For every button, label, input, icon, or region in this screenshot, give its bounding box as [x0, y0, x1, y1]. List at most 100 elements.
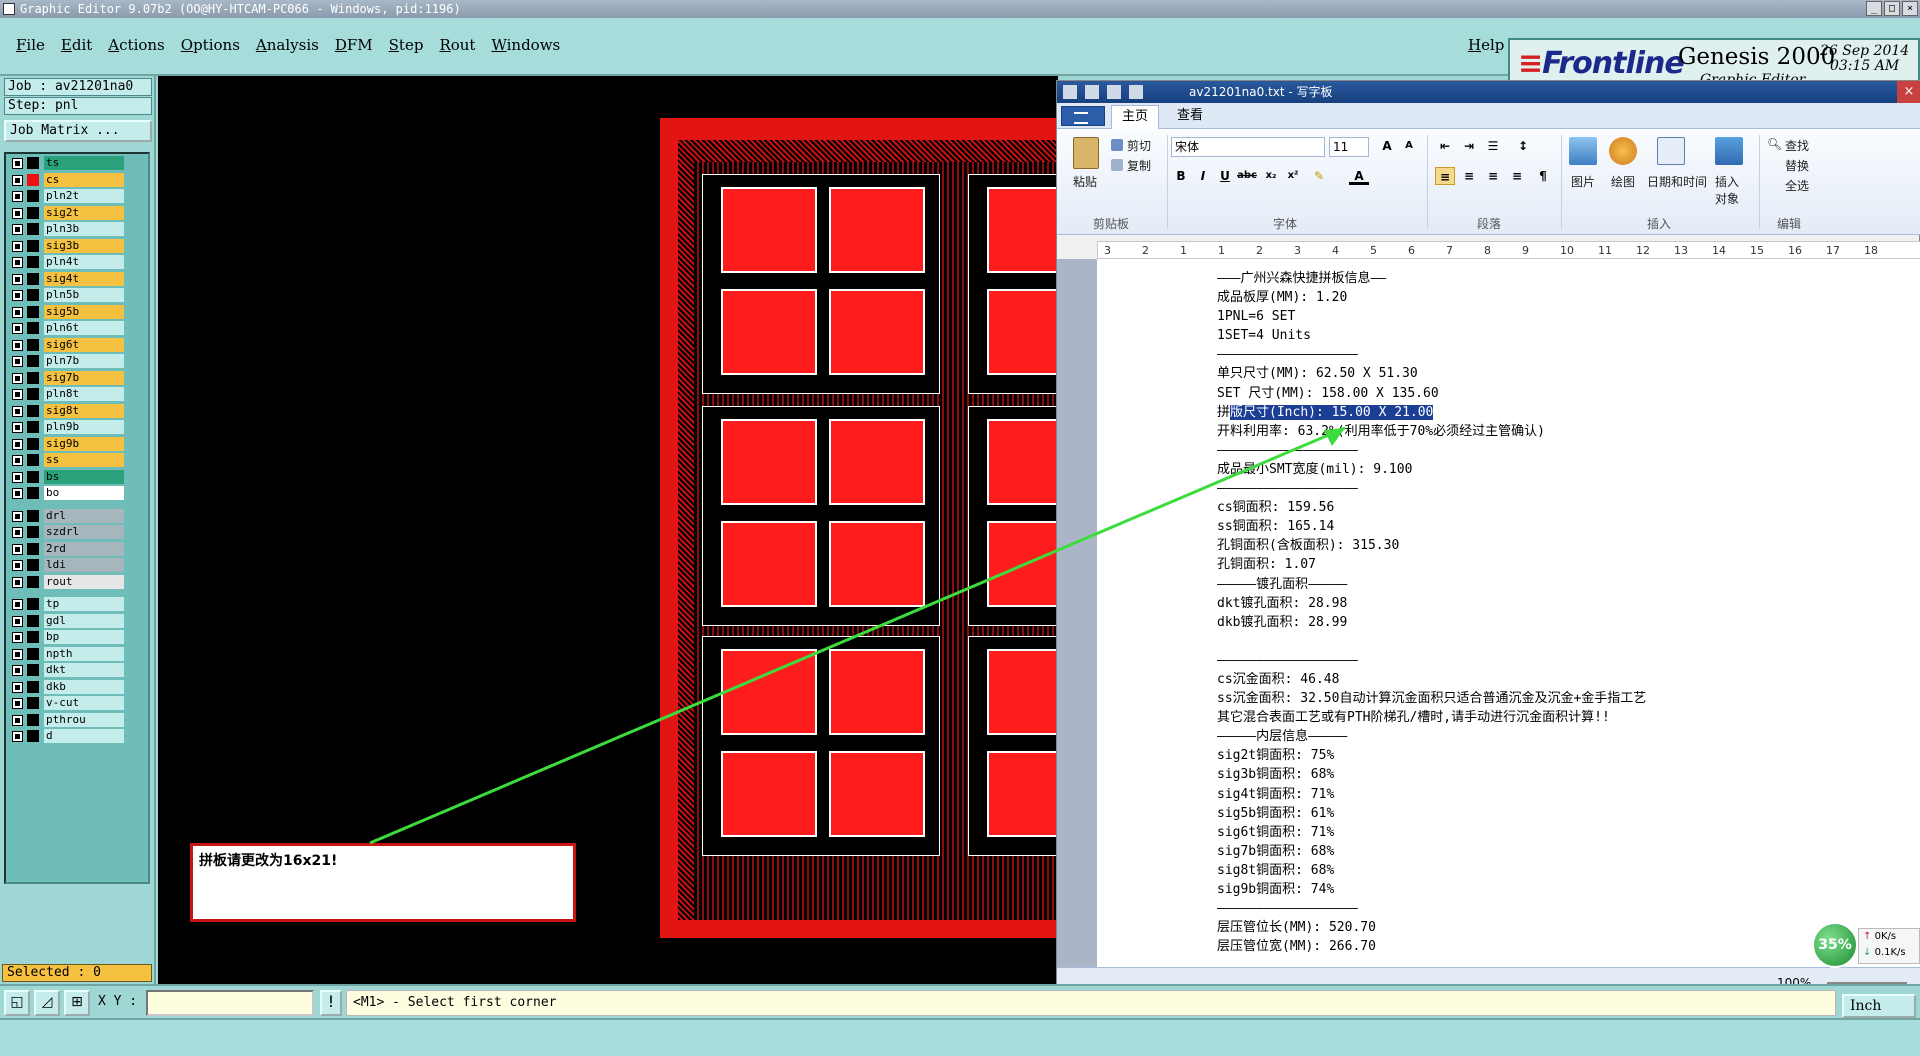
- layer-color-swatch[interactable]: [27, 223, 39, 235]
- layer-row[interactable]: ts: [8, 156, 128, 170]
- layer-color-swatch[interactable]: [27, 157, 39, 169]
- menu-windows[interactable]: Windows: [483, 36, 568, 54]
- layer-name[interactable]: sig4t: [44, 271, 124, 286]
- menu-options[interactable]: Options: [173, 36, 248, 54]
- layer-checkbox[interactable]: [12, 731, 23, 742]
- layer-row[interactable]: pln5b: [8, 288, 128, 302]
- layer-name[interactable]: szdrl: [44, 525, 124, 539]
- layer-name[interactable]: pln9b: [44, 420, 124, 434]
- layer-name[interactable]: rout: [44, 574, 124, 589]
- calendar-icon[interactable]: [1657, 137, 1685, 165]
- font-name-select[interactable]: 宋体: [1171, 137, 1325, 157]
- layer-checkbox[interactable]: [12, 632, 23, 643]
- shrink-font-icon[interactable]: A: [1399, 137, 1419, 155]
- layer-checkbox[interactable]: [12, 422, 23, 433]
- layer-name[interactable]: bo: [44, 486, 124, 500]
- layer-color-swatch[interactable]: [27, 173, 39, 186]
- layer-checkbox[interactable]: [12, 158, 23, 169]
- layer-row[interactable]: sig4t: [8, 271, 128, 286]
- alert-icon[interactable]: !: [320, 990, 342, 1016]
- layer-name[interactable]: pln8t: [44, 387, 124, 401]
- network-monitor[interactable]: 35% ↑ 0K/s ↓ 0.1K/s: [1812, 922, 1920, 968]
- layer-name[interactable]: sig9b: [44, 436, 124, 451]
- layer-row[interactable]: rout: [8, 574, 128, 589]
- layer-row[interactable]: pln3b: [8, 222, 128, 236]
- paste-icon[interactable]: [1073, 137, 1099, 169]
- layer-color-swatch[interactable]: [27, 239, 39, 252]
- layer-checkbox[interactable]: [12, 339, 23, 351]
- layer-color-swatch[interactable]: [27, 713, 39, 726]
- layer-color-swatch[interactable]: [27, 487, 39, 499]
- paste-button[interactable]: 粘贴: [1073, 173, 1097, 190]
- menu-rout[interactable]: Rout: [431, 36, 483, 54]
- cut-button[interactable]: 剪切: [1127, 137, 1151, 154]
- layer-row[interactable]: d: [8, 729, 128, 743]
- layer-color-swatch[interactable]: [27, 680, 39, 693]
- layer-row[interactable]: sig7b: [8, 370, 128, 385]
- layer-row[interactable]: sig3b: [8, 238, 128, 253]
- highlight-icon[interactable]: ✎: [1309, 167, 1329, 185]
- layer-color-swatch[interactable]: [27, 437, 39, 450]
- layer-name[interactable]: d: [44, 729, 124, 743]
- layer-color-swatch[interactable]: [27, 542, 39, 555]
- layer-color-swatch[interactable]: [27, 305, 39, 318]
- layer-name[interactable]: sig5b: [44, 304, 124, 319]
- layer-checkbox[interactable]: [12, 290, 23, 301]
- layer-color-swatch[interactable]: [27, 371, 39, 384]
- layer-checkbox[interactable]: [12, 543, 23, 555]
- layer-row[interactable]: sig5b: [8, 304, 128, 319]
- layer-checkbox[interactable]: [12, 681, 23, 693]
- menu-step[interactable]: Step: [381, 36, 432, 54]
- layer-checkbox[interactable]: [12, 560, 23, 571]
- bullets-icon[interactable]: ☰: [1483, 137, 1503, 155]
- font-color-icon[interactable]: A: [1349, 167, 1369, 185]
- layer-name[interactable]: sig3b: [44, 238, 124, 253]
- layer-color-swatch[interactable]: [27, 421, 39, 433]
- layer-name[interactable]: pthrou: [44, 712, 124, 727]
- layer-color-swatch[interactable]: [27, 526, 39, 538]
- layer-color-swatch[interactable]: [27, 388, 39, 400]
- find-icon[interactable]: 🔍︎: [1767, 137, 1782, 151]
- layer-checkbox[interactable]: [12, 438, 23, 450]
- layer-color-swatch[interactable]: [27, 559, 39, 571]
- paragraph-icon[interactable]: ¶: [1533, 167, 1553, 185]
- layer-checkbox[interactable]: [12, 510, 23, 522]
- layer-row[interactable]: gdl: [8, 613, 128, 628]
- layer-name[interactable]: dkb: [44, 679, 124, 694]
- layer-checkbox[interactable]: [12, 372, 23, 384]
- layer-name[interactable]: sig8t: [44, 403, 124, 418]
- network-percent[interactable]: 35%: [1812, 922, 1858, 968]
- layer-name[interactable]: pln3b: [44, 222, 124, 236]
- units-selector[interactable]: Inch: [1842, 994, 1916, 1018]
- layer-row[interactable]: sig2t: [8, 205, 128, 220]
- layer-checkbox[interactable]: [12, 471, 23, 483]
- layer-checkbox[interactable]: [12, 207, 23, 219]
- layer-name[interactable]: ts: [44, 156, 124, 170]
- picture-button[interactable]: 图片: [1571, 173, 1595, 190]
- layer-row[interactable]: cs: [8, 172, 128, 187]
- underline-button[interactable]: U: [1215, 167, 1235, 185]
- layer-color-swatch[interactable]: [27, 256, 39, 268]
- layer-row[interactable]: pln2t: [8, 189, 128, 203]
- layer-checkbox[interactable]: [12, 389, 23, 400]
- layer-color-swatch[interactable]: [27, 730, 39, 742]
- layer-checkbox[interactable]: [12, 648, 23, 660]
- layer-checkbox[interactable]: [12, 224, 23, 235]
- layer-color-swatch[interactable]: [27, 338, 39, 351]
- layer-color-swatch[interactable]: [27, 190, 39, 202]
- undo-icon[interactable]: [1107, 85, 1121, 99]
- layer-row[interactable]: ldi: [8, 558, 128, 572]
- layer-row[interactable]: v-cut: [8, 696, 128, 710]
- menu-actions[interactable]: Actions: [100, 36, 172, 54]
- layer-row[interactable]: dkt: [8, 663, 128, 677]
- increase-indent-icon[interactable]: ⇥: [1459, 137, 1479, 155]
- zoom-fit-icon[interactable]: ◱: [4, 990, 30, 1016]
- layer-row[interactable]: npth: [8, 646, 128, 661]
- layer-color-swatch[interactable]: [27, 206, 39, 219]
- justify-icon[interactable]: ≡: [1507, 167, 1527, 185]
- layer-color-swatch[interactable]: [27, 355, 39, 367]
- datetime-button[interactable]: 日期和时间: [1647, 173, 1707, 190]
- layer-checkbox[interactable]: [12, 488, 23, 499]
- layer-row[interactable]: szdrl: [8, 525, 128, 539]
- layer-color-swatch[interactable]: [27, 322, 39, 334]
